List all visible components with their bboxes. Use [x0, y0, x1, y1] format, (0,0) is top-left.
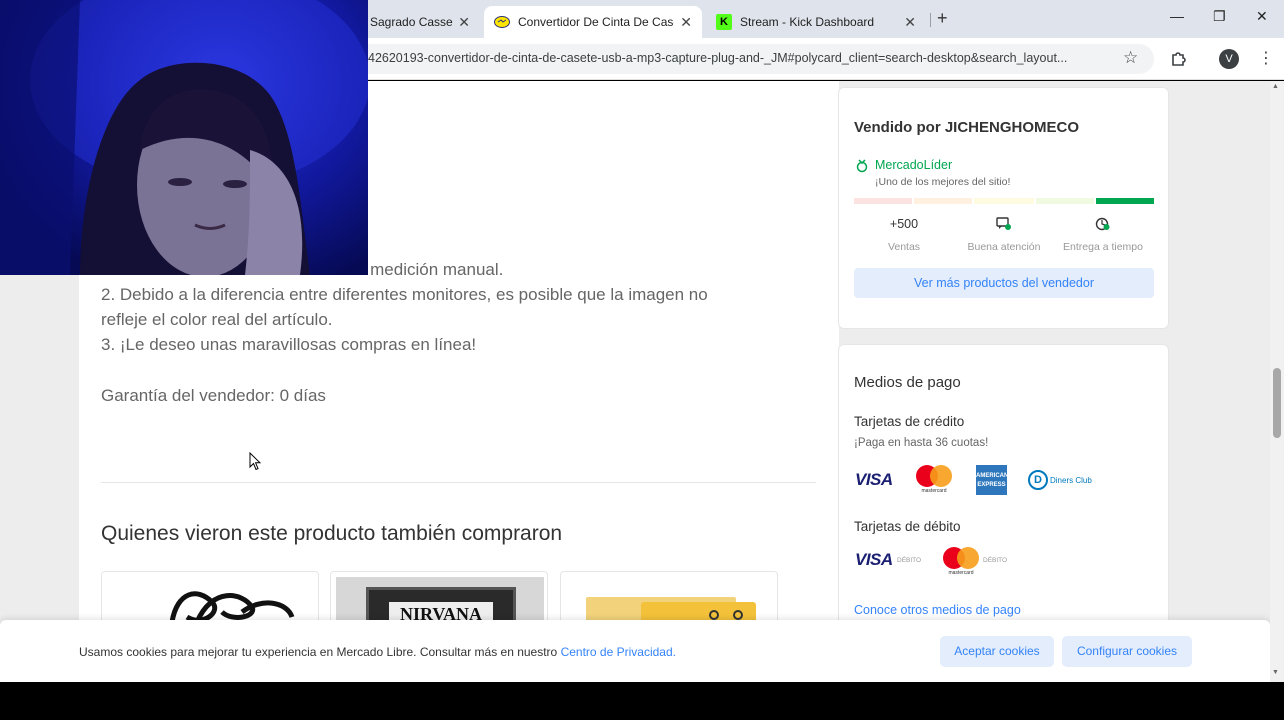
configure-cookies-button[interactable]: Configurar cookies	[1062, 636, 1192, 667]
tab-separator	[930, 13, 931, 27]
tab-kick[interactable]: K Stream - Kick Dashboard ✕	[706, 6, 926, 38]
chat-check-icon	[954, 217, 1054, 233]
cookie-text: Usamos cookies para mejorar tu experienc…	[79, 645, 676, 659]
description-line: 3. ¡Le deseo unas maravillosas compras e…	[101, 335, 477, 354]
webcam-person-image	[0, 0, 368, 275]
mercadolider-subtitle: ¡Uno de los mejores del sitio!	[875, 176, 1011, 188]
screen: Sagrado Casse ✕ Convertidor De Cinta De …	[0, 0, 1284, 720]
mercadolibre-icon	[494, 14, 510, 30]
mouse-cursor-icon	[249, 451, 262, 476]
debit-tag: DÉBITO	[983, 557, 1008, 564]
thermometer-segment	[914, 198, 972, 204]
scroll-up-icon[interactable]: ▲	[1272, 83, 1279, 90]
new-tab-icon[interactable]: +	[937, 8, 948, 29]
url-text[interactable]: 42620193-convertidor-de-cinta-de-casete-…	[368, 51, 1112, 65]
profile-avatar[interactable]: V	[1219, 49, 1239, 69]
extensions-icon[interactable]	[1170, 49, 1188, 67]
close-icon[interactable]: ✕	[904, 14, 916, 31]
close-icon[interactable]: ✕	[458, 14, 470, 31]
minimize-icon[interactable]: —	[1170, 8, 1184, 24]
kick-icon: K	[716, 14, 732, 30]
diners-text: Diners Club	[1050, 475, 1092, 485]
menu-icon[interactable]: ⋮	[1258, 48, 1274, 68]
diners-logo: D Diners Club	[1028, 470, 1092, 490]
webcam-overlay	[0, 0, 368, 275]
mercadolider-label: MercadoLíder	[875, 158, 953, 172]
mastercard-debit-logo: mastercard	[941, 547, 981, 576]
metric-value: +500	[889, 217, 919, 231]
metric-attention: Buena atención	[954, 217, 1054, 253]
credit-note: ¡Paga en hasta 36 cuotas!	[854, 437, 989, 449]
seller-title: Vendido por JICHENGHOMECO	[854, 119, 1080, 136]
thermometer-segment	[974, 198, 1034, 204]
description-line: refleje el color real del artículo.	[101, 310, 333, 329]
visa-debit-logo: VISA	[855, 550, 893, 569]
metric-label: Ventas	[887, 241, 921, 253]
tab-title: Stream - Kick Dashboard	[740, 15, 875, 29]
letterbox-bar	[0, 682, 1284, 720]
credit-title: Tarjetas de crédito	[854, 414, 965, 429]
other-payment-link[interactable]: Conoce otros medios de pago	[854, 603, 1021, 617]
description-line: 2. Debido a la diferencia entre diferent…	[101, 285, 708, 304]
metric-label: Entrega a tiempo	[1063, 241, 1143, 253]
visa-logo: VISA	[855, 470, 893, 489]
payment-title: Medios de pago	[854, 374, 961, 391]
tab-title: Convertidor De Cinta De Casete	[518, 15, 674, 29]
metric-sales: +500 Ventas	[854, 217, 954, 253]
scrollbar-thumb[interactable]	[1273, 368, 1281, 438]
medal-icon	[856, 159, 868, 176]
mastercard-text: mastercard	[921, 488, 947, 494]
privacy-link[interactable]: Centro de Privacidad.	[561, 645, 676, 659]
warranty-text: Garantía del vendedor: 0 días	[101, 386, 326, 405]
debit-tag: DÉBITO	[897, 557, 922, 564]
tab-convertidor[interactable]: Convertidor De Cinta De Casete ✕	[484, 6, 702, 38]
cookie-banner: Usamos cookies para mejorar tu experienc…	[0, 620, 1270, 682]
clock-check-icon	[1053, 217, 1153, 233]
restore-icon[interactable]: ❐	[1213, 8, 1226, 25]
bookmark-star-icon[interactable]: ☆	[1123, 48, 1138, 68]
close-icon[interactable]: ✕	[680, 14, 692, 31]
tab-sagrado[interactable]: Sagrado Casse ✕	[360, 6, 480, 38]
more-products-button[interactable]: Ver más productos del vendedor	[854, 268, 1154, 298]
divider	[101, 482, 816, 483]
metric-label: Buena atención	[967, 241, 1041, 253]
tab-title: Sagrado Casse	[370, 15, 453, 29]
scroll-down-icon[interactable]: ▼	[1272, 669, 1279, 676]
accept-cookies-button[interactable]: Aceptar cookies	[940, 636, 1054, 667]
amex-logo: AMERICAN EXPRESS	[976, 465, 1008, 495]
mastercard-logo: mastercard	[914, 465, 954, 494]
related-title: Quienes vieron este producto también com…	[101, 522, 563, 545]
cookie-message: Usamos cookies para mejorar tu experienc…	[79, 645, 558, 659]
thermometer-segment	[854, 198, 912, 204]
debit-title: Tarjetas de débito	[854, 519, 961, 534]
thermometer-segment-active	[1096, 198, 1154, 204]
metric-delivery: Entrega a tiempo	[1053, 217, 1153, 253]
thermometer-segment	[1036, 198, 1094, 204]
close-window-icon[interactable]: ✕	[1256, 8, 1268, 25]
mastercard-text: mastercard	[948, 570, 974, 576]
